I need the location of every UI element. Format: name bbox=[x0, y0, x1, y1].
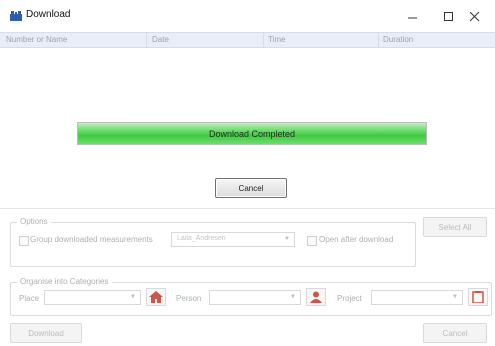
place-select[interactable]: ▼ bbox=[44, 290, 141, 305]
person-label: Person bbox=[176, 294, 202, 303]
download-window: Download Number or Name Date Time Durati… bbox=[0, 0, 495, 346]
download-button[interactable]: Download bbox=[10, 323, 82, 343]
add-person-button[interactable] bbox=[306, 288, 326, 306]
project-label: Project bbox=[337, 294, 362, 303]
group-measurements-label: Group downloaded measurements bbox=[30, 235, 153, 244]
column-divider bbox=[263, 33, 264, 47]
select-all-button[interactable]: Select All bbox=[423, 217, 487, 237]
column-divider bbox=[378, 33, 379, 47]
group-measurements-checkbox[interactable] bbox=[19, 236, 29, 246]
divider bbox=[0, 208, 495, 209]
column-header-date[interactable]: Date bbox=[152, 35, 169, 44]
add-project-button[interactable] bbox=[468, 288, 488, 306]
options-title: Options bbox=[17, 217, 51, 226]
maximize-icon bbox=[444, 12, 453, 21]
place-label: Place bbox=[19, 294, 40, 303]
open-after-download-label: Open after download bbox=[319, 235, 394, 244]
column-header-name[interactable]: Number or Name bbox=[6, 35, 67, 44]
title-bar: Download bbox=[0, 0, 495, 32]
list-header: Number or Name Date Time Duration bbox=[0, 32, 495, 48]
close-button[interactable] bbox=[458, 6, 492, 28]
window-title: Download bbox=[26, 9, 71, 20]
person-category-select[interactable]: ▼ bbox=[209, 290, 301, 305]
person-icon bbox=[310, 291, 322, 303]
chevron-down-icon: ▼ bbox=[284, 236, 290, 242]
app-icon bbox=[10, 11, 22, 21]
chevron-down-icon: ▼ bbox=[452, 294, 458, 300]
person-select-value: Laila_Andresen bbox=[177, 235, 226, 242]
column-header-time[interactable]: Time bbox=[268, 35, 285, 44]
open-after-download-checkbox[interactable] bbox=[307, 236, 317, 246]
chevron-down-icon: ▼ bbox=[290, 294, 296, 300]
project-icon bbox=[472, 291, 484, 303]
person-select[interactable]: Laila_Andresen ▼ bbox=[171, 232, 295, 247]
progress-label: Download Completed bbox=[208, 128, 296, 139]
organise-title: Organise into Categories bbox=[17, 277, 112, 286]
close-icon bbox=[470, 12, 480, 22]
home-icon bbox=[149, 291, 163, 303]
minimize-icon bbox=[408, 17, 417, 19]
add-place-button[interactable] bbox=[146, 288, 166, 306]
column-divider bbox=[146, 33, 147, 47]
column-header-duration[interactable]: Duration bbox=[383, 35, 413, 44]
cancel-button[interactable]: Cancel bbox=[423, 323, 487, 343]
download-progress-bar: Download Completed bbox=[77, 122, 427, 145]
project-select[interactable]: ▼ bbox=[371, 290, 463, 305]
cancel-download-button[interactable]: Cancel bbox=[215, 178, 287, 198]
minimize-button[interactable] bbox=[396, 6, 430, 28]
chevron-down-icon: ▼ bbox=[130, 294, 136, 300]
